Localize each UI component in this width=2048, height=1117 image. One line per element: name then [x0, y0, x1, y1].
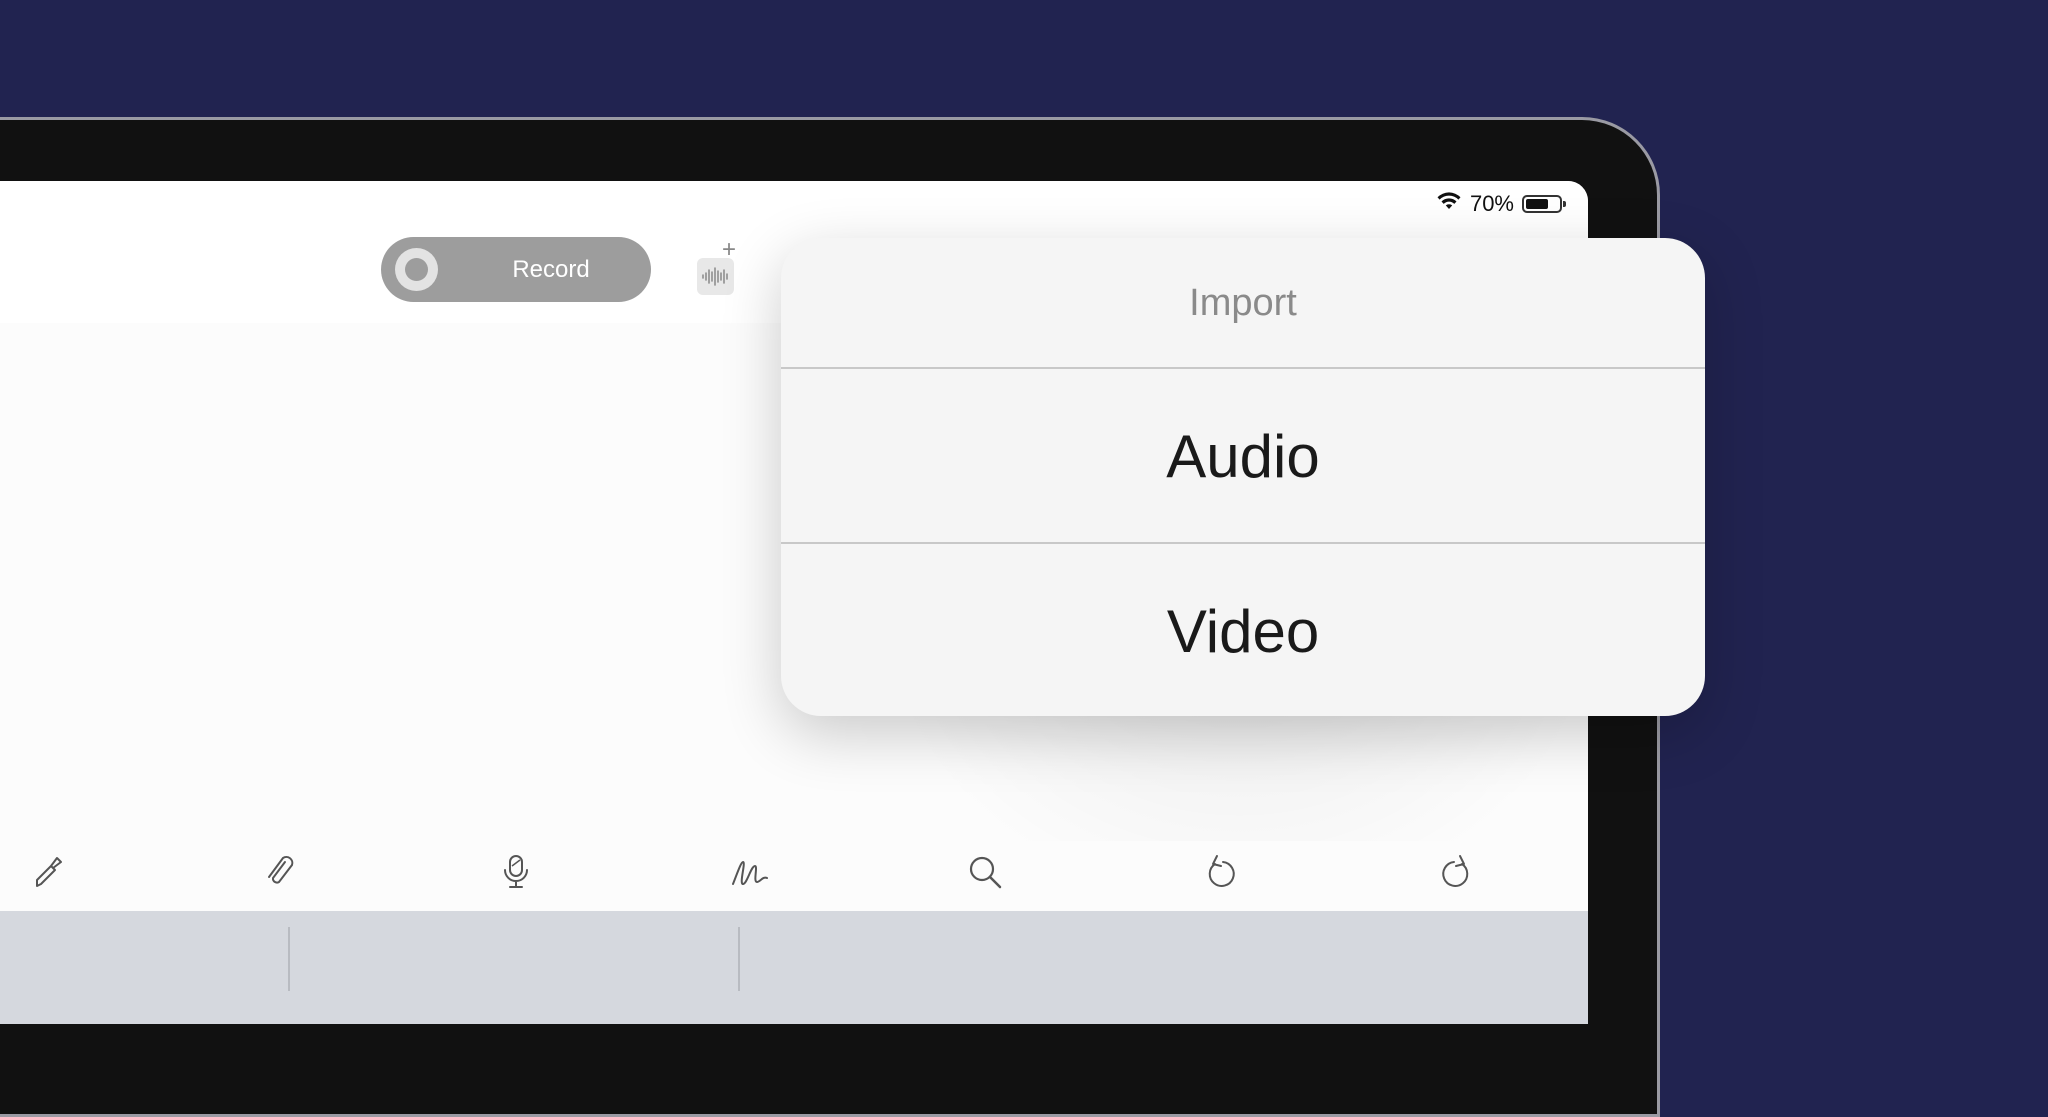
record-button[interactable]: Record: [381, 237, 651, 302]
handwriting-icon[interactable]: [726, 847, 776, 897]
paperclip-icon[interactable]: [254, 847, 304, 897]
import-audio-option[interactable]: Audio: [781, 369, 1705, 544]
waveform-icon: [702, 267, 728, 286]
popover-title: Import: [781, 238, 1705, 369]
highlighter-icon[interactable]: [22, 847, 72, 897]
import-popover: Import Audio Video: [781, 238, 1705, 716]
battery-percent: 70%: [1469, 191, 1514, 216]
record-icon: [395, 248, 438, 291]
microphone-icon[interactable]: [491, 847, 541, 897]
keyboard-area: [0, 911, 1588, 1024]
undo-icon[interactable]: [1196, 847, 1246, 897]
status-bar: 70%: [1436, 189, 1566, 219]
keyboard-divider: [288, 927, 290, 991]
record-label: Record: [512, 256, 590, 283]
add-audio-button[interactable]: [697, 258, 734, 295]
battery-icon: [1522, 195, 1566, 213]
bottom-toolbar: [0, 841, 1588, 911]
battery-level: [1526, 199, 1549, 209]
plus-icon: +: [722, 236, 737, 263]
keyboard-divider: [738, 927, 740, 991]
wifi-icon: [1436, 191, 1462, 217]
import-video-option[interactable]: Video: [781, 544, 1705, 719]
search-icon[interactable]: [960, 847, 1010, 897]
redo-icon[interactable]: [1431, 847, 1481, 897]
